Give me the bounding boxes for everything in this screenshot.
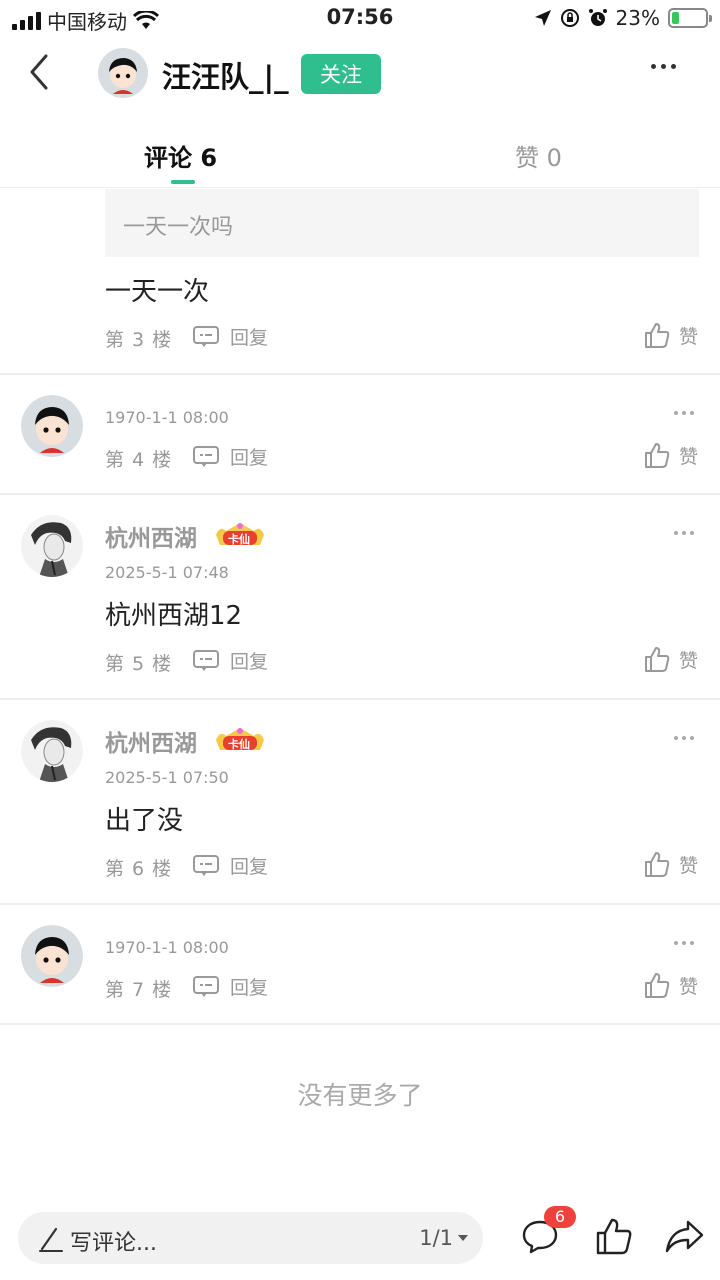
reply-icon (193, 445, 219, 467)
comment-text: 出了没 (105, 806, 184, 836)
level-badge-label: 卡仙 (228, 738, 250, 751)
back-arrow-icon[interactable] (22, 52, 58, 92)
like-label: 赞 (678, 445, 698, 468)
more-options-icon[interactable] (651, 64, 676, 69)
commenter-avatar[interactable] (21, 925, 83, 987)
top-header: 汪汪队_|_ 关注 (0, 36, 720, 112)
thumbs-up-icon (644, 323, 670, 348)
like-label: 赞 (678, 649, 698, 672)
comment-floor: 第 4 楼 (105, 449, 173, 471)
reply-button[interactable]: 回复 (192, 852, 268, 879)
comment-input-placeholder: 写评论... (70, 1231, 157, 1256)
page-indicator: 1/1 (419, 1226, 453, 1250)
comment-text: 一天一次 (105, 277, 210, 307)
reply-icon (193, 325, 219, 347)
rotation-lock-icon (560, 9, 579, 27)
like-button[interactable]: 赞 (643, 645, 698, 673)
level-badge-label: 卡仙 (228, 533, 250, 546)
comment-more-icon[interactable] (674, 531, 694, 535)
comment-more-icon[interactable] (674, 411, 694, 415)
reply-button[interactable]: 回复 (192, 647, 268, 674)
reply-label: 回复 (230, 856, 269, 878)
tab-bar: 评论 6 赞 0 (0, 112, 720, 188)
comment-floor: 第 7 楼 (105, 979, 173, 1001)
comment-item: 1970-1-1 08:00 第 7 楼 回复 赞 (0, 905, 720, 1025)
commenter-name[interactable]: 杭州西湖 (105, 724, 197, 758)
level-badge: 卡仙 (214, 521, 266, 547)
like-label: 赞 (678, 975, 698, 998)
reply-label: 回复 (230, 977, 269, 999)
pen-icon (39, 1227, 63, 1252)
user-avatar[interactable] (98, 48, 148, 98)
quoted-comment: 一天一次吗 (105, 189, 699, 257)
reply-button[interactable]: 回复 (192, 443, 268, 470)
follow-button[interactable]: 关注 (301, 54, 381, 94)
comment-time: 2025-5-1 07:50 (105, 768, 229, 787)
level-badge: 卡仙 (214, 726, 266, 752)
thumbs-up-icon (644, 973, 670, 998)
comment-text: 杭州西湖12 (105, 601, 243, 631)
comment-more-icon[interactable] (674, 736, 694, 740)
reply-label: 回复 (230, 651, 269, 673)
page-selector[interactable]: 1/1 (419, 1226, 469, 1250)
battery-percent: 23% (615, 6, 660, 30)
comment-time: 2025-5-1 07:48 (105, 563, 229, 582)
reply-button[interactable]: 回复 (192, 323, 268, 350)
like-button[interactable]: 赞 (643, 850, 698, 878)
like-button[interactable]: 赞 (643, 441, 698, 469)
reply-label: 回复 (230, 447, 269, 469)
comment-floor: 第 6 楼 (105, 858, 173, 880)
comment-time: 1970-1-1 08:00 (105, 938, 229, 957)
reply-label: 回复 (230, 327, 269, 349)
comment-count-badge: 6 (544, 1206, 576, 1228)
comment-more-icon[interactable] (674, 941, 694, 945)
reply-icon (193, 649, 219, 671)
like-button[interactable]: 赞 (643, 321, 698, 349)
comment-item: 杭州西湖 卡仙 2025-5-1 07:50 出了没 第 6 楼 回复 赞 (0, 700, 720, 905)
comment-input[interactable]: 写评论... 1/1 (18, 1212, 483, 1264)
like-button[interactable]: 赞 (643, 971, 698, 999)
commenter-avatar[interactable] (21, 395, 83, 457)
commenter-name[interactable]: 杭州西湖 (105, 519, 197, 553)
header-username: 汪汪队_|_ (162, 60, 289, 94)
end-of-list-text: 没有更多了 (297, 1081, 423, 1110)
status-right: 23% (534, 6, 712, 30)
commenter-avatar[interactable] (21, 515, 83, 577)
thumbs-up-icon (644, 443, 670, 468)
comment-item: 一天一次吗 一天一次 第 3 楼 回复 赞 (0, 189, 720, 375)
thumbs-up-icon (644, 647, 670, 672)
share-icon[interactable] (664, 1216, 704, 1256)
battery-icon (668, 8, 712, 28)
tab-comments[interactable]: 评论 6 (144, 138, 217, 173)
alarm-icon (588, 9, 607, 26)
comment-time: 1970-1-1 08:00 (105, 408, 229, 427)
caret-down-icon (458, 1235, 468, 1241)
reply-button[interactable]: 回复 (192, 973, 268, 1000)
like-label: 赞 (678, 325, 698, 348)
bottom-bar: 写评论... 1/1 6 (0, 1206, 720, 1268)
commenter-avatar[interactable] (21, 720, 83, 782)
like-label: 赞 (678, 854, 698, 877)
comment-floor: 第 3 楼 (105, 329, 173, 351)
comment-item: 1970-1-1 08:00 第 4 楼 回复 赞 (0, 375, 720, 495)
location-icon (534, 10, 551, 26)
comment-floor: 第 5 楼 (105, 653, 173, 675)
thumbs-up-icon[interactable] (594, 1216, 634, 1256)
reply-icon (193, 975, 219, 997)
reply-icon (193, 854, 219, 876)
thumbs-up-icon (644, 852, 670, 877)
status-bar: 中国移动 07:56 23% (0, 0, 720, 36)
comment-item: 杭州西湖 卡仙 2025-5-1 07:48 杭州西湖12 第 5 楼 回复 赞 (0, 495, 720, 700)
tab-likes[interactable]: 赞 0 (515, 138, 562, 173)
tab-active-indicator (171, 180, 195, 184)
